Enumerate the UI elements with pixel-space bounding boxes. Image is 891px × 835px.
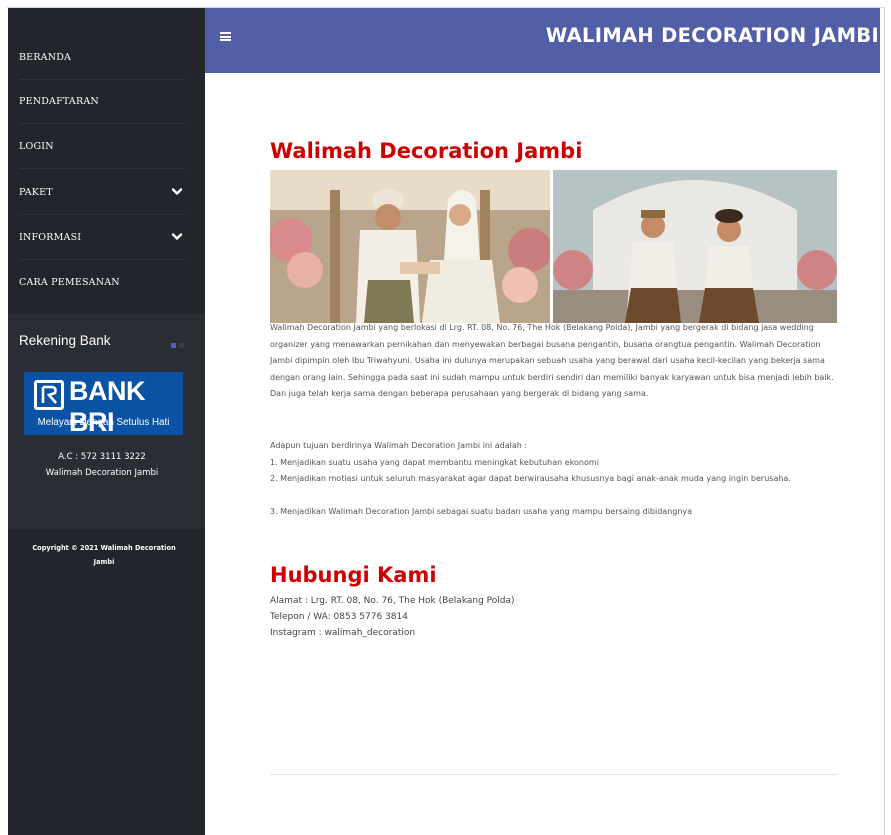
contact-address: Alamat : Lrg. RT. 08, No. 76, The Hok (B…	[270, 596, 515, 606]
contact-title: Hubungi Kami	[270, 563, 437, 587]
copyright: Copyright © 2021 Walimah Decoration Jamb…	[32, 544, 176, 566]
sidebar-item-pendaftaran[interactable]: PENDAFTARAN	[19, 80, 185, 124]
sidebar-item-label: INFORMASI	[19, 232, 82, 243]
bride-groom-seated-photo	[553, 170, 837, 323]
goal-item-1: 1. Menjadikan suatu usaha yang dapat mem…	[270, 458, 599, 467]
contact-phone: Telepon / WA: 0853 5776 3814	[270, 612, 408, 622]
sidebar-item-beranda[interactable]: BERANDA	[19, 36, 185, 80]
site-brand[interactable]: WALIMAH DECORATION JAMBI	[546, 24, 879, 47]
wedding-ring-ceremony-photo	[270, 170, 550, 323]
hamburger-icon[interactable]	[220, 32, 231, 41]
account-number: A.C : 572 3111 3222	[58, 452, 146, 462]
sidebar-item-paket[interactable]: PAKET	[19, 171, 185, 215]
about-description: Walimah Decoration Jambi yang berlokasi …	[270, 323, 834, 398]
bri-emblem-icon	[34, 380, 64, 410]
sidebar-item-login[interactable]: LOGIN	[19, 125, 185, 169]
goals-intro: Adapun tujuan berdirinya Walimah Decorat…	[270, 441, 528, 450]
sidebar-item-informasi[interactable]: INFORMASI	[19, 216, 185, 260]
rekening-title: Rekening Bank	[19, 333, 111, 348]
sidebar-item-label: BERANDA	[19, 52, 72, 63]
page-title: Walimah Decoration Jambi	[270, 139, 583, 163]
sidebar-item-label: PENDAFTARAN	[19, 96, 99, 107]
chevron-down-icon	[171, 188, 183, 195]
chevron-down-icon	[171, 233, 183, 240]
sidebar-item-label: LOGIN	[19, 141, 54, 152]
sidebar-item-label: PAKET	[19, 187, 53, 198]
sidebar-item-label: CARA PEMESANAN	[19, 277, 120, 288]
bank-bri-logo: BANK BRI Melayani Dengan Setulus Hati	[24, 372, 183, 437]
divider	[270, 774, 838, 775]
bank-name: BANK BRI	[69, 376, 146, 437]
account-name: Walimah Decoration Jambi	[45, 468, 159, 478]
goal-item-2: 2. Menjadikan motiasi untuk seluruh masy…	[270, 474, 791, 483]
bank-tagline: Melayani Dengan Setulus Hati	[37, 417, 170, 428]
contact-instagram: Instagram : walimah_decoration	[270, 628, 416, 638]
carousel-dot[interactable]	[179, 343, 184, 348]
carousel-dot-active[interactable]	[171, 343, 176, 348]
sidebar-item-cara-pemesanan[interactable]: CARA PEMESANAN	[19, 261, 185, 305]
goal-item-3: 3. Menjadikan Walimah Decoration Jambi s…	[270, 507, 693, 516]
